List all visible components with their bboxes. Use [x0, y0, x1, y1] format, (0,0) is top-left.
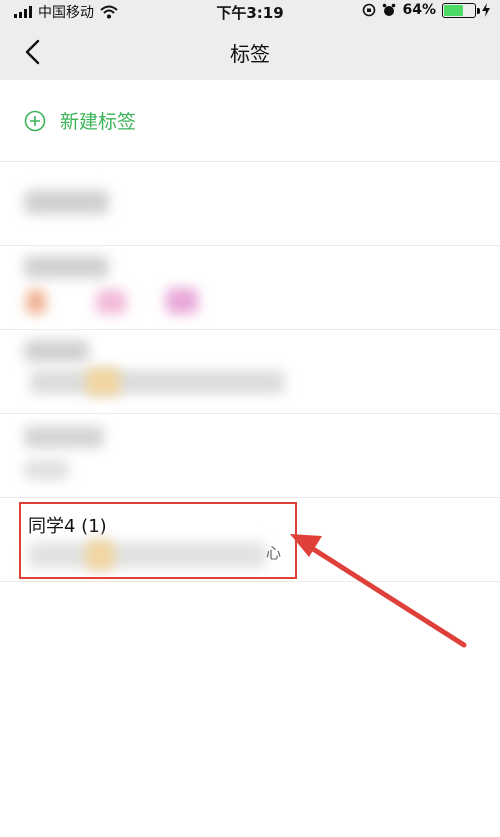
- obscured-content: [24, 340, 89, 362]
- obscured-content: [24, 460, 69, 480]
- highlight-box: [19, 502, 297, 579]
- tag-row-obscured-2[interactable]: [0, 246, 500, 330]
- charging-icon: [482, 3, 490, 17]
- battery-percent: 64%: [402, 2, 436, 18]
- obscured-content: [24, 190, 109, 214]
- alarm-icon: [383, 3, 396, 16]
- battery-icon: [442, 2, 480, 18]
- obscured-content: [24, 256, 109, 278]
- new-tag-button[interactable]: 新建标签: [0, 80, 500, 162]
- status-bar: 中国移动 下午3:19 64%: [0, 0, 500, 24]
- rotation-lock-icon: [363, 3, 376, 17]
- page-title: 标签: [230, 42, 270, 66]
- obscured-avatar: [166, 288, 198, 314]
- obscured-content: [30, 370, 285, 394]
- obscured-avatar: [86, 368, 120, 396]
- status-right: 64%: [362, 2, 490, 18]
- tag-row-obscured-4[interactable]: [0, 414, 500, 498]
- obscured-avatar: [26, 290, 46, 314]
- plus-circle-icon: [24, 110, 46, 132]
- obscured-content: [24, 426, 104, 448]
- nav-bar: 标签: [0, 24, 500, 80]
- tag-row-obscured-1[interactable]: [0, 162, 500, 246]
- obscured-avatar: [96, 290, 126, 314]
- tag-row-obscured-3[interactable]: [0, 330, 500, 414]
- new-tag-label: 新建标签: [60, 111, 137, 133]
- battery-fill: [444, 4, 464, 16]
